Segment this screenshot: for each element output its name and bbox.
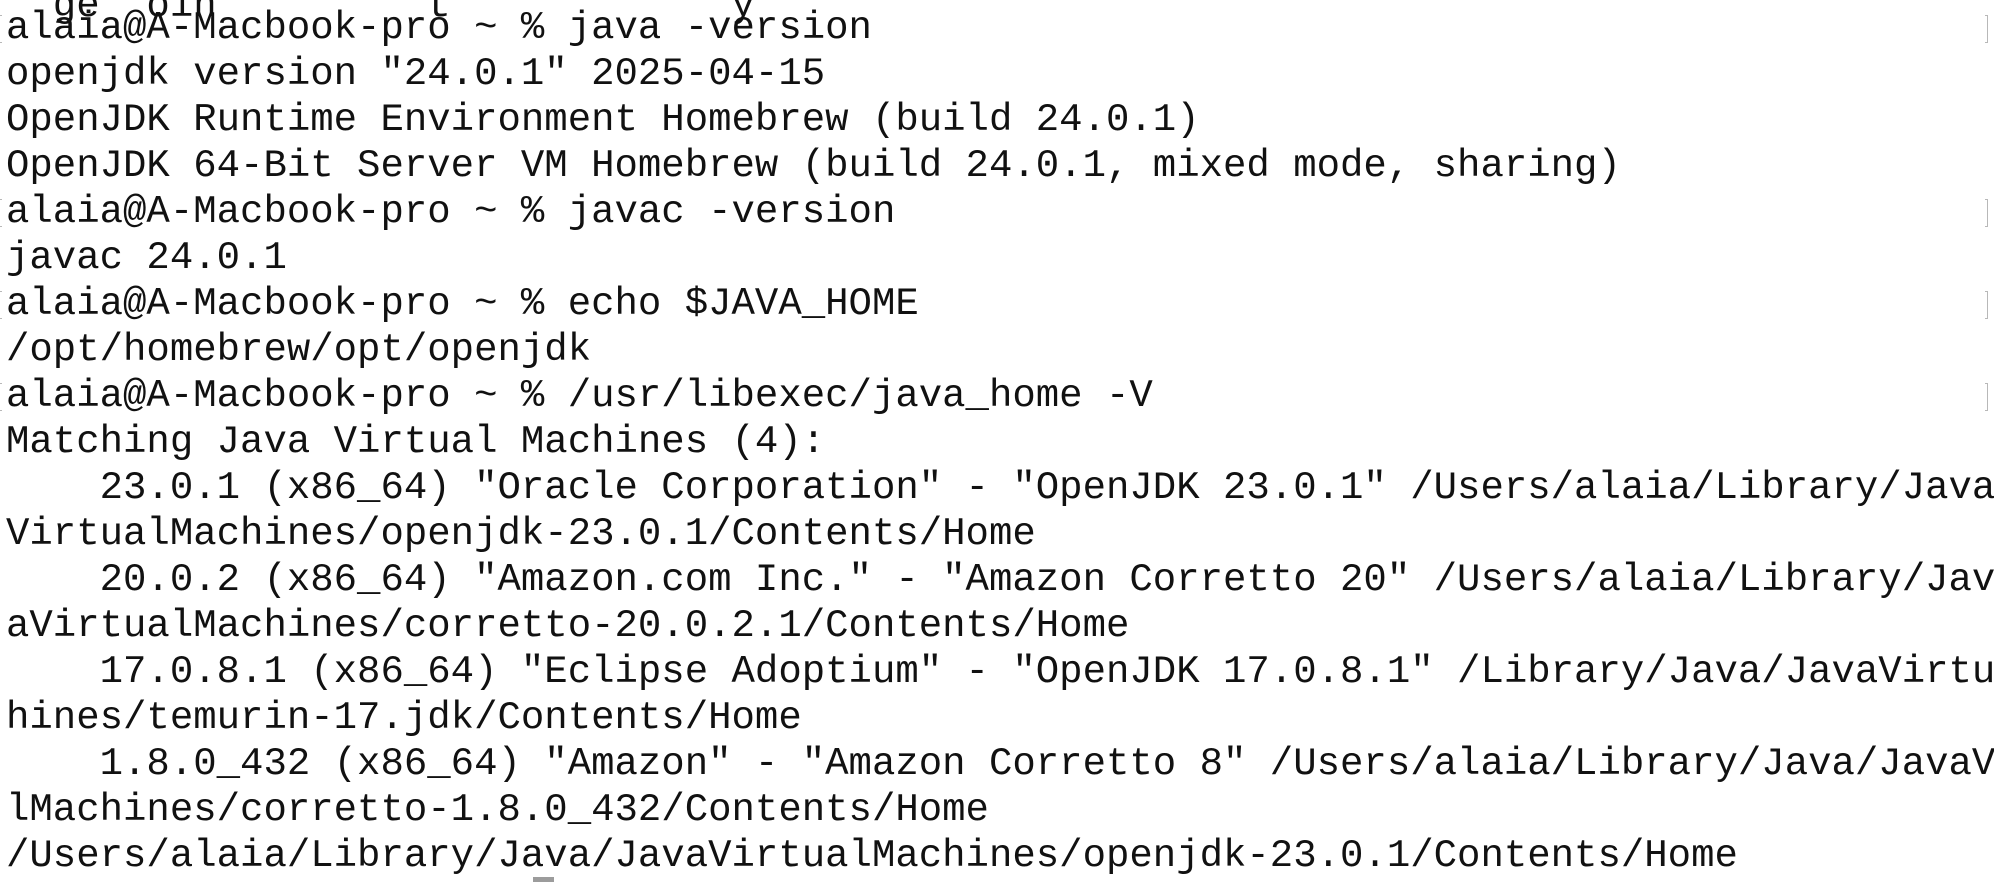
prompt-mark-right <box>1985 291 1988 319</box>
text-cursor <box>533 877 554 882</box>
prompt-mark-right <box>1985 15 1988 43</box>
output-line: Matching Java Virtual Machines (4): <box>6 420 826 464</box>
prompt-mark-left <box>0 291 2 319</box>
output-line: OpenJDK Runtime Environment Homebrew (bu… <box>6 98 1200 142</box>
terminal-output[interactable]: ge oin t y alaia@A-Macbook-pro ~ % java … <box>0 0 1994 882</box>
command-line-echo-java-home: alaia@A-Macbook-pro ~ % echo $JAVA_HOME <box>6 282 919 326</box>
output-line: /Users/alaia/Library/Java/JavaVirtualMac… <box>6 834 1738 878</box>
jvm-entry-line: 1.8.0_432 (x86_64) "Amazon" - "Amazon Co… <box>6 742 1994 786</box>
output-line: /opt/homebrew/opt/openjdk <box>6 328 592 372</box>
jvm-entry-line: hines/temurin-17.jdk/Contents/Home <box>6 696 802 740</box>
output-line: javac 24.0.1 <box>6 236 287 280</box>
command-line-javac-version: alaia@A-Macbook-pro ~ % javac -version <box>6 190 896 234</box>
command-line-java-home-list: alaia@A-Macbook-pro ~ % /usr/libexec/jav… <box>6 374 1153 418</box>
jvm-entry-line: lMachines/corretto-1.8.0_432/Contents/Ho… <box>6 788 989 832</box>
prompt-mark-left <box>0 199 2 227</box>
prompt-mark-left <box>0 15 2 43</box>
jvm-entry-line: aVirtualMachines/corretto-20.0.2.1/Conte… <box>6 604 1130 648</box>
prompt-mark-right <box>1985 199 1988 227</box>
prompt-mark-right <box>1985 383 1988 411</box>
jvm-entry-line: 23.0.1 (x86_64) "Oracle Corporation" - "… <box>6 466 1994 510</box>
output-line: OpenJDK 64-Bit Server VM Homebrew (build… <box>6 144 1621 188</box>
command-line-java-version: alaia@A-Macbook-pro ~ % java -version <box>6 6 872 50</box>
jvm-entry-line: 17.0.8.1 (x86_64) "Eclipse Adoptium" - "… <box>6 650 1994 694</box>
jvm-entry-line: VirtualMachines/openjdk-23.0.1/Contents/… <box>6 512 1036 556</box>
prompt-mark-left <box>0 383 2 411</box>
output-line: openjdk version "24.0.1" 2025-04-15 <box>6 52 826 96</box>
jvm-entry-line: 20.0.2 (x86_64) "Amazon.com Inc." - "Ama… <box>6 558 1994 602</box>
